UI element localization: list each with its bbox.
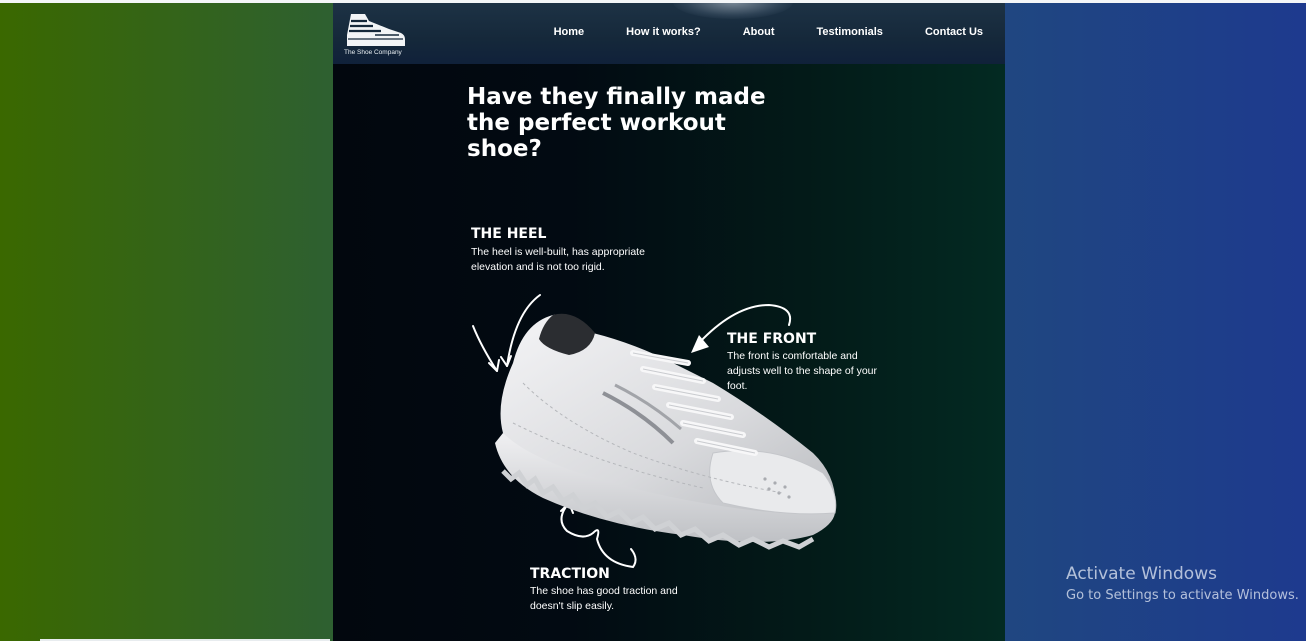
watermark-subtitle: Go to Settings to activate Windows.	[1066, 588, 1299, 603]
nav-links: Home How it works? About Testimonials Co…	[554, 26, 983, 38]
brand-name: The Shoe Company	[344, 49, 402, 56]
nav-glow	[673, 3, 793, 19]
sneaker-image	[495, 313, 837, 550]
nav-testimonials[interactable]: Testimonials	[817, 26, 883, 38]
nav-contact-us[interactable]: Contact Us	[925, 26, 983, 38]
hero-headline: Have they finally made the perfect worko…	[467, 84, 766, 162]
traction-text: The shoe has good traction and doesn't s…	[530, 585, 678, 612]
sneaker-icon	[347, 14, 405, 46]
navbar: The Shoe Company Home How it works? Abou…	[333, 3, 1005, 64]
watermark-title: Activate Windows	[1066, 564, 1217, 584]
nav-about[interactable]: About	[743, 26, 775, 38]
activate-windows-watermark: Activate Windows Go to Settings to activ…	[1066, 564, 1299, 603]
brand-logo[interactable]: The Shoe Company	[344, 11, 410, 59]
heel-title: THE HEEL	[471, 226, 547, 242]
nav-home[interactable]: Home	[554, 26, 585, 38]
nav-how-it-works[interactable]: How it works?	[626, 26, 701, 38]
landing-page: The Shoe Company Home How it works? Abou…	[333, 3, 1005, 641]
heel-text: The heel is well-built, has appropriate …	[471, 246, 645, 273]
